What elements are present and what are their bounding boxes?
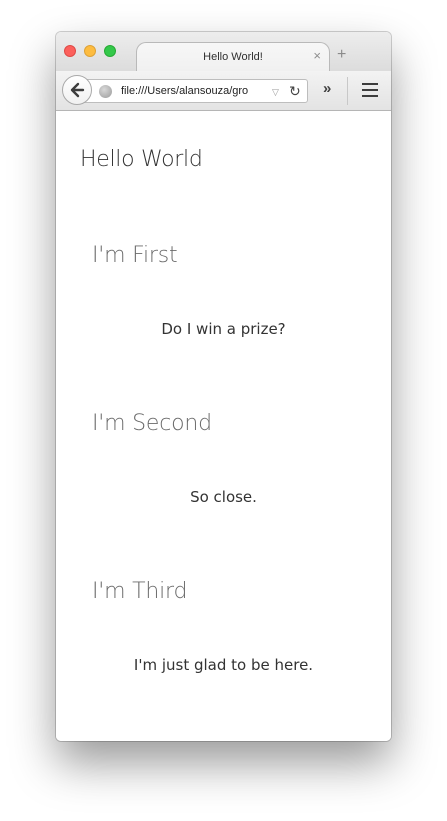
browser-window: Hello World! × + file:///Users/alansouza… [56, 32, 391, 741]
section-body-third: I'm just glad to be here. [133, 656, 314, 674]
tab-hello-world[interactable]: Hello World! × [136, 42, 330, 72]
hamburger-menu-icon[interactable] [362, 83, 378, 97]
back-arrow-icon [70, 82, 85, 98]
reload-icon[interactable]: ↻ [289, 83, 301, 99]
tab-title: Hello World! [203, 51, 263, 63]
section-heading-third: I'm Third [92, 579, 188, 604]
back-button[interactable] [62, 75, 92, 105]
url-text[interactable]: file:///Users/alansouza/gro [121, 85, 265, 97]
tab-strip: Hello World! × + [56, 32, 391, 72]
zoom-window-button[interactable] [104, 45, 116, 57]
nav-bar: file:///Users/alansouza/gro ▽ ↻ » [56, 71, 391, 111]
toolbar-divider [347, 77, 348, 105]
new-tab-button[interactable]: + [337, 47, 346, 63]
toolbar-overflow-button[interactable]: » [323, 80, 331, 98]
section-heading-second: I'm Second [92, 411, 212, 436]
history-dropdown-icon[interactable]: ▽ [272, 87, 279, 98]
page-content: Hello World I'm First Do I win a prize? … [56, 111, 391, 741]
url-bar[interactable]: file:///Users/alansouza/gro ▽ ↻ [72, 79, 308, 103]
section-body-second: So close. [190, 488, 257, 506]
section-heading-first: I'm First [92, 243, 178, 268]
close-tab-icon[interactable]: × [313, 48, 321, 64]
globe-icon [99, 85, 112, 98]
minimize-window-button[interactable] [84, 45, 96, 57]
page-title: Hello World [80, 147, 203, 172]
close-window-button[interactable] [64, 45, 76, 57]
section-body-first: Do I win a prize? [161, 320, 286, 338]
